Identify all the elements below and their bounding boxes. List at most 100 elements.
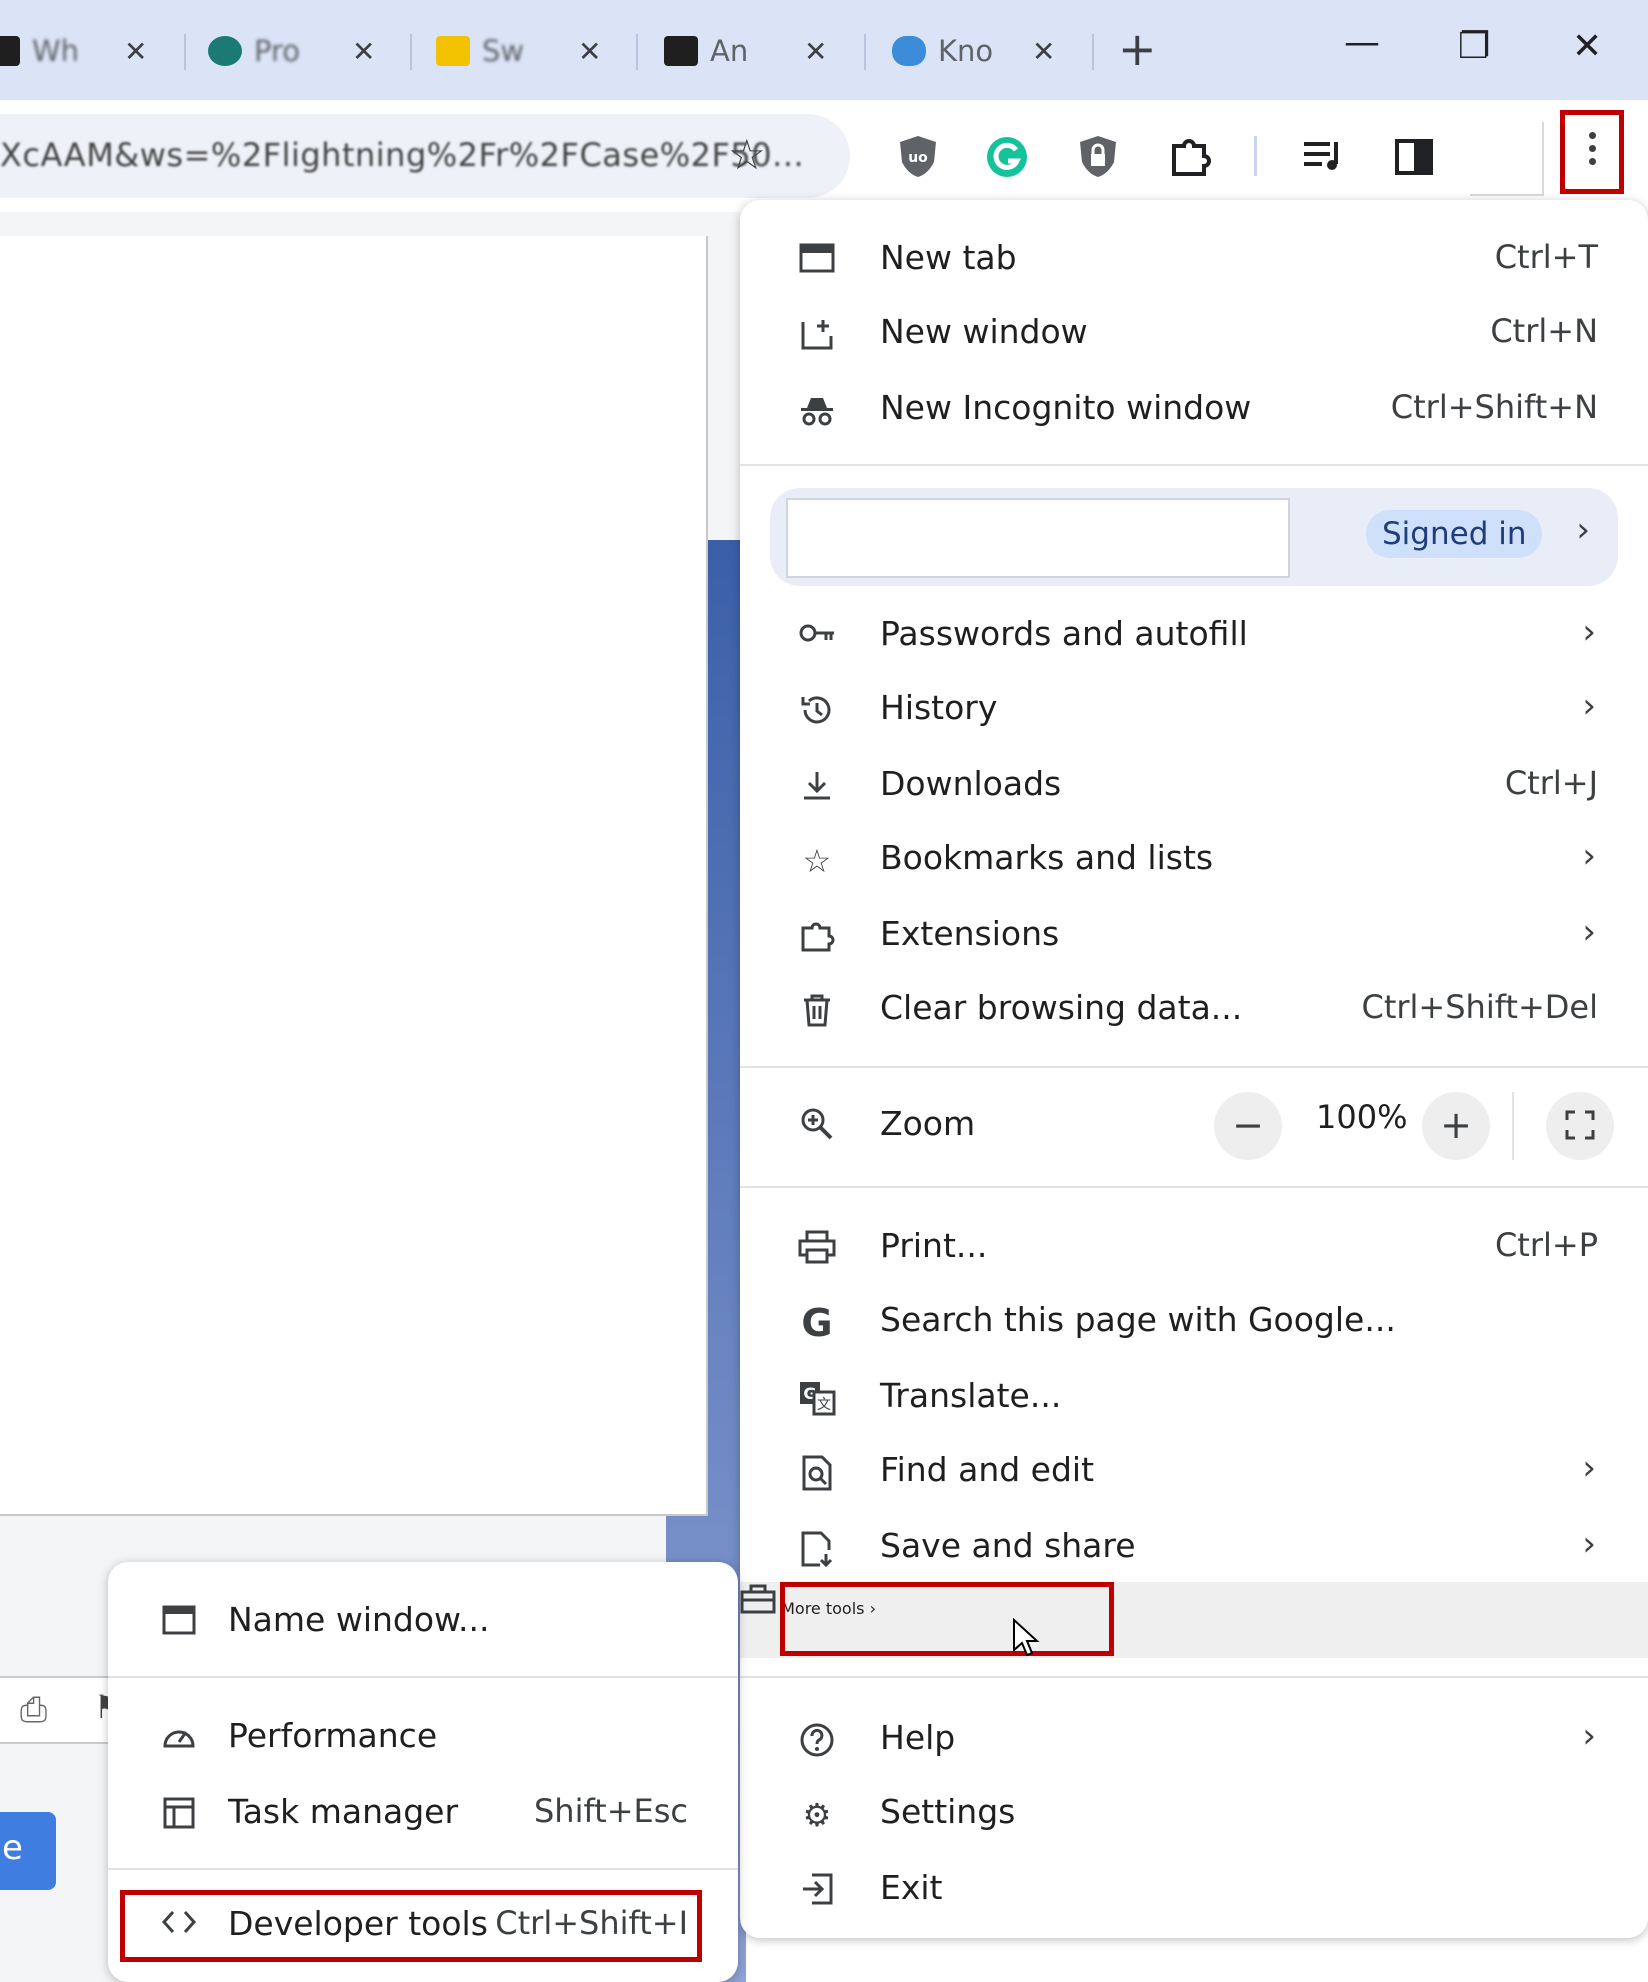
- speedometer-icon: [160, 1720, 198, 1758]
- side-panel-icon[interactable]: [1394, 138, 1434, 176]
- shield-icon[interactable]: [1078, 134, 1118, 178]
- profile-row[interactable]: Signed in ›: [770, 488, 1618, 586]
- fullscreen-button[interactable]: [1546, 1092, 1614, 1160]
- menu-item-label: Bookmarks and lists: [880, 838, 1214, 877]
- close-icon[interactable]: ✕: [578, 35, 601, 68]
- menu-item-label: Exit: [880, 1868, 943, 1907]
- puzzle-icon[interactable]: [1168, 134, 1212, 178]
- printer-icon[interactable]: ⎙: [20, 1690, 47, 1730]
- restore-icon[interactable]: ❐: [1458, 26, 1490, 67]
- chevron-right-icon: ›: [1576, 510, 1590, 550]
- media-icon[interactable]: [1302, 138, 1346, 174]
- new-tab-button[interactable]: +: [1118, 22, 1157, 76]
- window-icon: [160, 1604, 198, 1642]
- chevron-right-icon: ›: [1582, 612, 1596, 652]
- page-panel: [0, 236, 708, 1516]
- menu-item-help[interactable]: Help ›: [740, 1704, 1648, 1778]
- tab-favicon-icon: [0, 36, 20, 66]
- menu-item-passwords[interactable]: Passwords and autofill ›: [740, 600, 1648, 674]
- zoom-in-button[interactable]: +: [1422, 1092, 1490, 1160]
- toolbox-icon: [740, 1584, 776, 1618]
- submenu-item-performance[interactable]: Performance: [108, 1702, 738, 1776]
- chrome-main-menu: New tab Ctrl+T New window Ctrl+N New Inc…: [740, 200, 1648, 1938]
- tab-1[interactable]: Wh ✕: [0, 24, 147, 78]
- history-icon: [798, 692, 836, 730]
- submenu-separator: [108, 1676, 738, 1678]
- menu-item-translate[interactable]: G文 Translate...: [740, 1362, 1648, 1436]
- menu-item-new-window[interactable]: New window Ctrl+N: [740, 298, 1648, 372]
- close-icon[interactable]: ✕: [1032, 35, 1055, 68]
- trash-icon: [798, 992, 836, 1030]
- puzzle-icon: [798, 918, 836, 956]
- tab-title: Kno: [938, 34, 994, 68]
- tab-title: Wh: [32, 34, 80, 68]
- menu-item-shortcut: Ctrl+J: [1504, 764, 1598, 802]
- url-text: XcAAM&ws=%2Flightning%2Fr%2FCase%2F50...: [0, 136, 805, 174]
- minimize-icon[interactable]: —: [1344, 22, 1380, 63]
- signed-in-badge: Signed in: [1366, 510, 1543, 558]
- chevron-right-icon: ›: [1582, 1716, 1596, 1756]
- key-icon: [798, 618, 836, 656]
- menu-item-save-share[interactable]: Save and share ›: [740, 1512, 1648, 1586]
- menu-item-clear-data[interactable]: Clear browsing data... Ctrl+Shift+Del: [740, 974, 1648, 1048]
- ublock-icon[interactable]: uo: [898, 134, 938, 178]
- tab-2[interactable]: Pro ✕: [208, 24, 375, 78]
- tab-3[interactable]: Sw ✕: [436, 24, 601, 78]
- menu-item-label: Find and edit: [880, 1450, 1095, 1489]
- menu-item-downloads[interactable]: Downloads Ctrl+J: [740, 750, 1648, 824]
- menu-item-extensions[interactable]: Extensions ›: [740, 900, 1648, 974]
- menu-item-shortcut: Ctrl+Shift+N: [1390, 388, 1598, 426]
- menu-item-zoom: Zoom − 100% +: [740, 1080, 1648, 1174]
- download-icon: [798, 768, 836, 806]
- close-window-icon[interactable]: ✕: [1572, 26, 1602, 67]
- zoom-level: 100%: [1316, 1098, 1408, 1136]
- menu-item-new-incognito[interactable]: New Incognito window Ctrl+Shift+N: [740, 374, 1648, 448]
- menu-item-print[interactable]: Print... Ctrl+P: [740, 1212, 1648, 1286]
- close-icon[interactable]: ✕: [124, 35, 147, 68]
- submenu-item-label: Name window...: [228, 1600, 490, 1639]
- submenu-item-label: Performance: [228, 1716, 438, 1755]
- menu-item-label: Passwords and autofill: [880, 614, 1248, 653]
- menu-item-find-edit[interactable]: Find and edit ›: [740, 1436, 1648, 1510]
- menu-item-new-tab[interactable]: New tab Ctrl+T: [740, 224, 1648, 298]
- profile-name: [786, 498, 1290, 578]
- more-tools-highlight: [780, 1582, 1114, 1656]
- chevron-right-icon: ›: [1582, 1448, 1596, 1488]
- submenu-item-task-manager[interactable]: Task manager Shift+Esc: [108, 1778, 738, 1852]
- tab-4[interactable]: An ✕: [664, 24, 827, 78]
- zoom-out-button[interactable]: −: [1214, 1092, 1282, 1160]
- menu-item-label: New Incognito window: [880, 388, 1252, 427]
- close-icon[interactable]: ✕: [804, 35, 827, 68]
- menu-item-label: Save and share: [880, 1526, 1136, 1565]
- menu-item-shortcut: Ctrl+N: [1490, 312, 1598, 350]
- tab-5[interactable]: Kno ✕: [892, 24, 1055, 78]
- menu-item-history[interactable]: History ›: [740, 674, 1648, 748]
- page-action-button[interactable]: e: [0, 1812, 56, 1890]
- help-icon: [798, 1722, 836, 1760]
- submenu-item-name-window[interactable]: Name window...: [108, 1586, 738, 1660]
- menu-item-search-google[interactable]: G Search this page with Google...: [740, 1286, 1648, 1360]
- menu-separator: [740, 1066, 1648, 1068]
- svg-text:文: 文: [817, 1397, 831, 1413]
- task-manager-icon: [160, 1796, 198, 1834]
- avatar[interactable]: [1470, 122, 1544, 196]
- menu-item-label: History: [880, 688, 998, 727]
- menu-item-shortcut: Ctrl+P: [1494, 1226, 1598, 1264]
- address-bar[interactable]: XcAAM&ws=%2Flightning%2Fr%2FCase%2F50...…: [0, 114, 850, 198]
- submenu-item-shortcut: Shift+Esc: [533, 1792, 688, 1830]
- menu-item-settings[interactable]: ⚙ Settings: [740, 1778, 1648, 1852]
- menu-item-label: Help: [880, 1718, 956, 1757]
- menu-item-bookmarks[interactable]: ☆ Bookmarks and lists ›: [740, 824, 1648, 898]
- chevron-right-icon: ›: [1582, 1524, 1596, 1564]
- menu-item-label: Clear browsing data...: [880, 988, 1243, 1027]
- star-icon[interactable]: ☆: [728, 130, 766, 179]
- zoom-icon: [798, 1106, 836, 1144]
- incognito-icon: [798, 392, 836, 430]
- menu-separator: [740, 1676, 1648, 1678]
- close-icon[interactable]: ✕: [352, 35, 375, 68]
- grammarly-icon[interactable]: [986, 136, 1028, 178]
- menu-separator: [740, 1186, 1648, 1188]
- menu-item-exit[interactable]: Exit: [740, 1854, 1648, 1928]
- translate-icon: G文: [798, 1380, 836, 1418]
- tab-divider: [636, 34, 638, 70]
